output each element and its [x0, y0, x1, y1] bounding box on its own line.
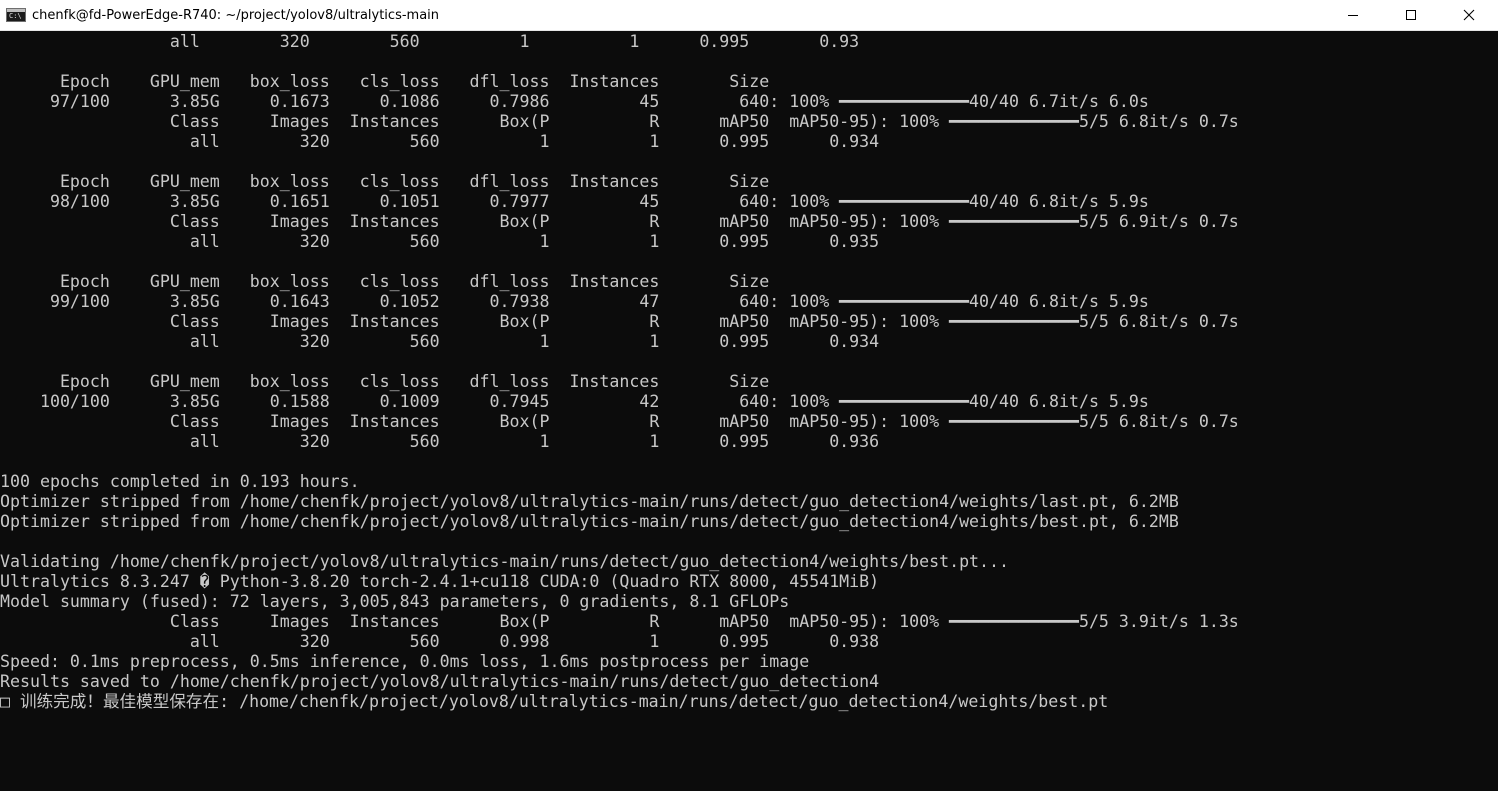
- close-icon: [1463, 9, 1475, 21]
- minimize-button[interactable]: [1324, 0, 1382, 30]
- maximize-button[interactable]: [1382, 0, 1440, 30]
- console-line: Class Images Instances Box(P R mAP50 mAP…: [0, 212, 1239, 231]
- console-line: Class Images Instances Box(P R mAP50 mAP…: [0, 412, 1239, 431]
- console-line: all 320 560 1 1 0.995 0.935: [0, 232, 880, 251]
- console-line: 97/100 3.85G 0.1673 0.1086 0.7986 45 640…: [0, 92, 1149, 111]
- console-line: all 320 560 0.998 1 0.995 0.938: [0, 632, 880, 651]
- console-app-icon[interactable]: C:\: [6, 8, 26, 22]
- console-line: Speed: 0.1ms preprocess, 0.5ms inference…: [0, 652, 810, 671]
- close-button[interactable]: [1440, 0, 1498, 30]
- console-line: Epoch GPU_mem box_loss cls_loss dfl_loss…: [0, 372, 770, 391]
- console-line: Class Images Instances Box(P R mAP50 mAP…: [0, 112, 1239, 131]
- window-title: chenfk@fd-PowerEdge-R740: ~/project/yolo…: [32, 7, 440, 23]
- console-line: Ultralytics 8.3.247 � Python-3.8.20 torc…: [0, 572, 880, 591]
- console-line: all 320 560 1 1 0.995 0.93: [0, 32, 860, 51]
- terminal-window: C:\ chenfk@fd-PowerEdge-R740: ~/project/…: [0, 0, 1498, 791]
- console-line: □ 训练完成！最佳模型保存在: /home/chenfk/project/yol…: [0, 692, 1109, 711]
- minimize-icon: [1348, 14, 1358, 16]
- console-app-icon-label: C:\: [9, 12, 22, 20]
- console-line: 98/100 3.85G 0.1651 0.1051 0.7977 45 640…: [0, 192, 1149, 211]
- console-line: 100 epochs completed in 0.193 hours.: [0, 472, 360, 491]
- maximize-icon: [1406, 10, 1416, 20]
- console-output[interactable]: all 320 560 1 1 0.995 0.93 Epoch GPU_mem…: [0, 32, 1498, 791]
- console-line: Epoch GPU_mem box_loss cls_loss dfl_loss…: [0, 172, 770, 191]
- console-line: 100/100 3.85G 0.1588 0.1009 0.7945 42 64…: [0, 392, 1149, 411]
- console-line: Model summary (fused): 72 layers, 3,005,…: [0, 592, 790, 611]
- console-line: all 320 560 1 1 0.995 0.934: [0, 332, 880, 351]
- console-line: all 320 560 1 1 0.995 0.936: [0, 432, 880, 451]
- console-line: Class Images Instances Box(P R mAP50 mAP…: [0, 312, 1239, 331]
- console-line: Class Images Instances Box(P R mAP50 mAP…: [0, 612, 1239, 631]
- console-line: Optimizer stripped from /home/chenfk/pro…: [0, 512, 1179, 531]
- console-line: Optimizer stripped from /home/chenfk/pro…: [0, 492, 1179, 511]
- console-line: Epoch GPU_mem box_loss cls_loss dfl_loss…: [0, 72, 770, 91]
- title-bar[interactable]: C:\ chenfk@fd-PowerEdge-R740: ~/project/…: [0, 0, 1498, 31]
- console-line: all 320 560 1 1 0.995 0.934: [0, 132, 880, 151]
- console-line: Results saved to /home/chenfk/project/yo…: [0, 672, 880, 691]
- console-line: 99/100 3.85G 0.1643 0.1052 0.7938 47 640…: [0, 292, 1149, 311]
- console-line: Validating /home/chenfk/project/yolov8/u…: [0, 552, 1010, 571]
- console-line: Epoch GPU_mem box_loss cls_loss dfl_loss…: [0, 272, 770, 291]
- window-controls: [1324, 0, 1498, 30]
